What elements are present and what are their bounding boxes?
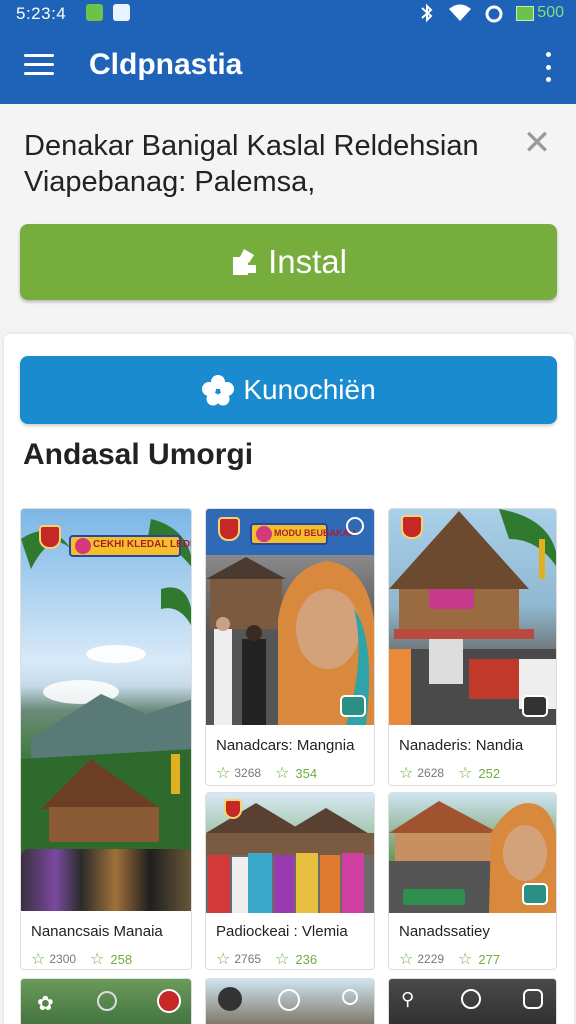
gallery-icon xyxy=(522,883,548,905)
flower-icon xyxy=(202,375,235,406)
battery-indicator: 500 xyxy=(516,4,564,22)
stat-1: 3268 xyxy=(234,766,262,780)
card-image xyxy=(206,793,374,913)
more-vert-icon[interactable] xyxy=(540,52,556,82)
app-bar: Cldpnastia xyxy=(0,28,576,104)
secondary-label: Kunochiën xyxy=(243,374,376,405)
stat-2: 258 xyxy=(110,951,133,967)
card[interactable] xyxy=(205,978,375,1024)
install-button[interactable]: Instal xyxy=(20,224,557,300)
search-icon[interactable] xyxy=(342,989,358,1005)
star-icon: ☆ xyxy=(399,951,414,968)
alarm-icon xyxy=(485,5,503,23)
card-title: Nanadssatiey xyxy=(399,923,490,940)
emblem-icon xyxy=(39,525,61,549)
star-icon: ☆ xyxy=(216,765,231,782)
star-icon: ☆ xyxy=(31,951,46,968)
pin-icon: ⚲ xyxy=(401,989,415,1009)
system-icons: 500 xyxy=(418,3,564,23)
card-image xyxy=(389,509,556,725)
notification-icons xyxy=(86,4,130,21)
battery-icon xyxy=(516,5,535,21)
chat-icon[interactable] xyxy=(523,989,543,1009)
wifi-icon xyxy=(449,4,472,21)
stat-1: 2765 xyxy=(234,952,262,966)
app-title: Cldpnastia xyxy=(89,48,243,81)
circle-icon xyxy=(461,989,481,1009)
stat-1: 2628 xyxy=(417,766,445,780)
flower-icon: ✿ xyxy=(37,993,54,1015)
star-icon: ☆ xyxy=(458,951,473,968)
install-label: Instal xyxy=(268,243,347,280)
star-icon: ☆ xyxy=(275,765,290,782)
card[interactable]: Padiockeai : Vlemia ☆ 2765 ☆ 236 xyxy=(205,792,375,970)
stat-2: 277 xyxy=(478,951,501,967)
emblem-icon xyxy=(218,517,240,541)
star-icon: ☆ xyxy=(458,765,473,782)
menu-icon[interactable] xyxy=(24,54,54,78)
card-stats: ☆ 3268 ☆ 354 xyxy=(216,763,317,783)
star-icon: ☆ xyxy=(399,765,414,782)
sign-text: MODU BEUBAKAH xyxy=(274,528,356,538)
avatar xyxy=(218,987,242,1011)
stat-1: 2229 xyxy=(417,952,445,966)
share-icon[interactable] xyxy=(346,517,364,535)
gallery-icon xyxy=(522,695,548,717)
record-icon xyxy=(157,989,181,1013)
card[interactable]: Nanaderis: Nandia ☆ 2628 ☆ 252 xyxy=(388,508,557,786)
card-stats: ☆ 2628 ☆ 252 xyxy=(399,763,500,783)
sign-banner: CEKHI KLEDAL LEDDI xyxy=(69,535,191,557)
card[interactable]: ⚲ xyxy=(388,978,557,1024)
install-icon xyxy=(230,247,258,277)
card-stats: ☆ 2300 ☆ 258 xyxy=(31,949,132,969)
star-icon: ☆ xyxy=(216,951,231,968)
card-image xyxy=(389,793,556,913)
card-image: CEKHI KLEDAL LEDDI xyxy=(21,509,191,911)
card[interactable]: MODU BEUBAKAH Nanadcars: Mangnia ☆ 3268 ☆… xyxy=(205,508,375,786)
close-icon[interactable]: ✕ xyxy=(522,126,552,160)
card[interactable]: ✿ xyxy=(20,978,192,1024)
sign-text: CEKHI KLEDAL LEDDI xyxy=(93,539,191,550)
banner-message: Denakar Banigal Kaslal Reldehsian Viapeb… xyxy=(24,128,504,200)
card-title: Padiockeai : Vlemia xyxy=(216,923,348,940)
card-title: Nanancsais Manaia xyxy=(31,923,163,940)
gallery-icon xyxy=(340,695,366,717)
card[interactable]: Nanadssatiey ☆ 2229 ☆ 277 xyxy=(388,792,557,970)
card-title: Nanadcars: Mangnia xyxy=(216,737,355,754)
section-title: Andasal Umorgi xyxy=(23,438,254,471)
status-time: 5:23:4 xyxy=(16,4,67,23)
card-stats: ☆ 2765 ☆ 236 xyxy=(216,949,317,969)
card[interactable]: CEKHI KLEDAL LEDDI Nanancsais Manaia ☆ 23… xyxy=(20,508,192,970)
notification-icon xyxy=(113,4,130,21)
bluetooth-icon xyxy=(421,3,433,23)
card-stats: ☆ 2229 ☆ 277 xyxy=(399,949,500,969)
crowd xyxy=(21,849,191,911)
card-title: Nanaderis: Nandia xyxy=(399,737,524,754)
secondary-button[interactable]: Kunochiën xyxy=(20,356,557,424)
clock-icon xyxy=(97,991,117,1011)
stat-2: 252 xyxy=(478,765,501,781)
banner-line-1: Denakar Banigal Kaslal Reldehsian xyxy=(24,130,479,162)
emblem-icon xyxy=(224,799,242,819)
emblem-icon xyxy=(401,515,423,539)
banner-line-2: Viapebanag: Palemsa, xyxy=(24,166,316,198)
stat-2: 236 xyxy=(295,951,318,967)
stat-2: 354 xyxy=(295,765,318,781)
star-icon: ☆ xyxy=(90,951,105,968)
card-image: MODU BEUBAKAH xyxy=(206,509,374,725)
stat-1: 2300 xyxy=(49,952,77,966)
battery-level: 500 xyxy=(537,4,564,21)
status-bar: 5:23:4 500 xyxy=(0,0,576,28)
compass-icon xyxy=(278,989,300,1011)
notification-icon xyxy=(86,4,103,21)
star-icon: ☆ xyxy=(275,951,290,968)
sign-banner: MODU BEUBAKAH xyxy=(250,523,356,545)
scene-illustration xyxy=(389,509,556,725)
